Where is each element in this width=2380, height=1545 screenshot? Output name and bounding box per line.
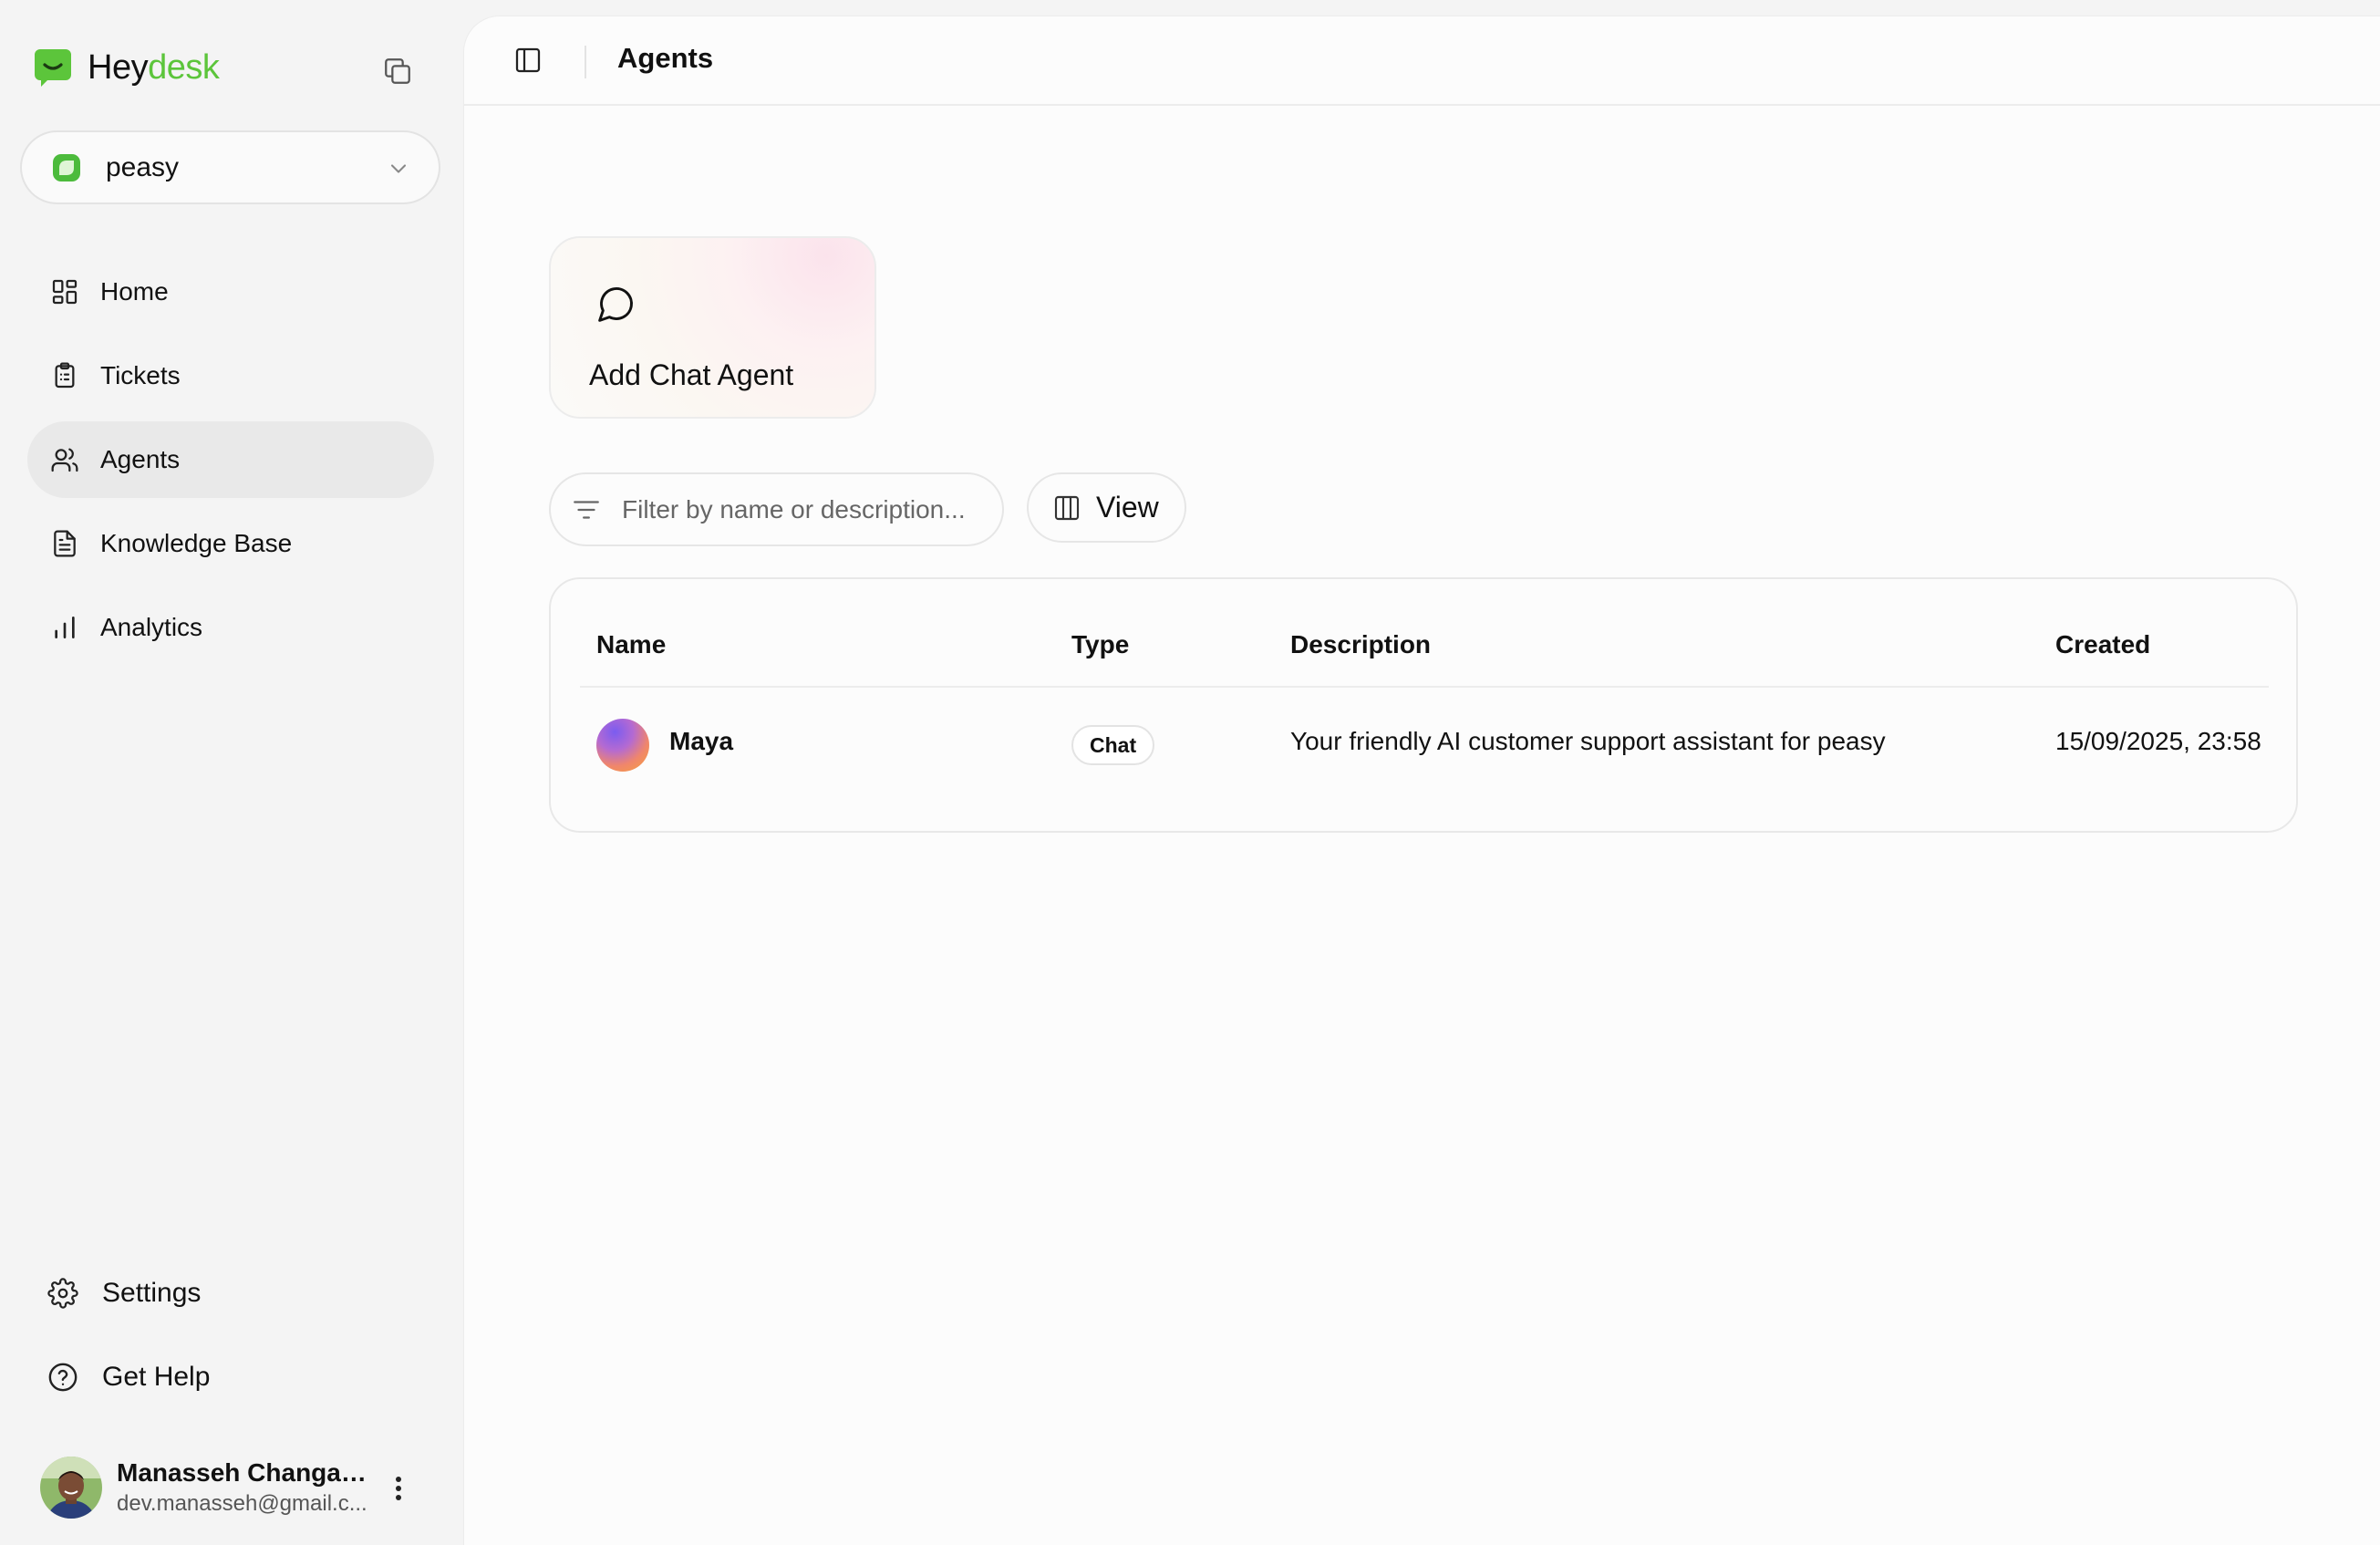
page-title: Agents bbox=[617, 42, 714, 74]
sidebar-item-knowledge-base[interactable]: Knowledge Base bbox=[27, 505, 434, 582]
brand[interactable]: Heydesk bbox=[33, 47, 220, 88]
settings-label: Settings bbox=[102, 1278, 202, 1308]
workspace-name: peasy bbox=[106, 151, 180, 182]
sidebar-item-label: Tickets bbox=[100, 361, 181, 389]
user-profile[interactable]: Manasseh Changac... dev.manasseh@gmail.c… bbox=[40, 1456, 432, 1519]
copy-button[interactable] bbox=[379, 53, 416, 89]
dashboard-icon bbox=[49, 276, 80, 307]
heydesk-logo-icon bbox=[35, 49, 71, 87]
users-icon bbox=[49, 444, 80, 475]
sidebar-item-tickets[interactable]: Tickets bbox=[27, 337, 434, 414]
agents-table: Name Type Description Created Maya Chat … bbox=[549, 577, 2298, 833]
agent-name[interactable]: Maya bbox=[669, 727, 733, 756]
view-button[interactable]: View bbox=[1027, 472, 1186, 543]
help-circle-icon bbox=[47, 1362, 78, 1393]
gear-icon bbox=[47, 1278, 78, 1309]
chevron-down-icon bbox=[390, 164, 407, 173]
sidebar-item-label: Agents bbox=[100, 445, 181, 473]
chat-bubble-icon bbox=[598, 287, 633, 322]
avatar bbox=[40, 1457, 102, 1519]
copy-icon bbox=[385, 58, 410, 84]
column-header-created[interactable]: Created bbox=[2055, 630, 2150, 659]
document-icon bbox=[49, 528, 80, 559]
more-vertical-icon bbox=[396, 1477, 401, 1500]
sidebar-bottom-nav: Settings Get Help bbox=[27, 1255, 434, 1423]
get-help-label: Get Help bbox=[102, 1362, 211, 1392]
sidebar-item-agents[interactable]: Agents bbox=[27, 421, 434, 498]
sidebar-item-analytics[interactable]: Analytics bbox=[27, 589, 434, 666]
filter-icon bbox=[574, 500, 599, 519]
workspace-select[interactable]: peasy bbox=[20, 130, 440, 204]
app: Heydesk peasy Home Tickets Agents Knowle… bbox=[0, 0, 2380, 1545]
type-badge: Chat bbox=[1071, 725, 1155, 765]
column-header-type[interactable]: Type bbox=[1071, 630, 1129, 659]
sidebar-nav: Home Tickets Agents Knowledge Base Analy… bbox=[27, 254, 434, 673]
sidebar-item-home[interactable]: Home bbox=[27, 254, 434, 330]
view-label: View bbox=[1096, 491, 1159, 524]
sidebar: Heydesk peasy Home Tickets Agents Knowle… bbox=[0, 0, 463, 1545]
sidebar-item-label: Knowledge Base bbox=[100, 529, 293, 557]
workspace-icon bbox=[53, 153, 80, 181]
agent-description: Your friendly AI customer support assist… bbox=[1290, 727, 1886, 755]
user-menu-button[interactable] bbox=[385, 1470, 412, 1507]
bar-chart-icon bbox=[49, 612, 80, 643]
agent-avatar bbox=[596, 719, 649, 772]
settings-link[interactable]: Settings bbox=[27, 1255, 434, 1332]
get-help-link[interactable]: Get Help bbox=[27, 1339, 434, 1415]
user-email: dev.manasseh@gmail.c... bbox=[117, 1491, 367, 1516]
column-header-name[interactable]: Name bbox=[596, 630, 666, 659]
clipboard-icon bbox=[49, 360, 80, 391]
add-chat-agent-label: Add Chat Agent bbox=[589, 358, 794, 391]
agent-created: 15/09/2025, 23:58 bbox=[2055, 727, 2261, 755]
panel-left-icon bbox=[515, 47, 541, 73]
add-chat-agent-card[interactable]: Add Chat Agent bbox=[549, 236, 876, 419]
divider bbox=[585, 46, 586, 78]
sidebar-toggle-button[interactable] bbox=[512, 44, 544, 77]
user-name: Manasseh Changac... bbox=[117, 1458, 372, 1487]
brand-name: Heydesk bbox=[88, 47, 220, 87]
filter-box bbox=[549, 472, 1004, 546]
columns-icon bbox=[1054, 495, 1080, 520]
sidebar-item-label: Analytics bbox=[100, 613, 203, 641]
table-header: Name Type Description Created bbox=[580, 579, 2269, 688]
topbar: Agents bbox=[464, 16, 2380, 106]
user-info: Manasseh Changac... dev.manasseh@gmail.c… bbox=[117, 1458, 372, 1517]
table-row[interactable]: Maya Chat Your friendly AI customer supp… bbox=[580, 690, 2269, 803]
main-panel: Agents Add Chat Agent View Name Type bbox=[463, 16, 2380, 1545]
filter-input[interactable] bbox=[622, 494, 987, 524]
column-header-description[interactable]: Description bbox=[1290, 630, 1431, 659]
sidebar-item-label: Home bbox=[100, 277, 169, 306]
